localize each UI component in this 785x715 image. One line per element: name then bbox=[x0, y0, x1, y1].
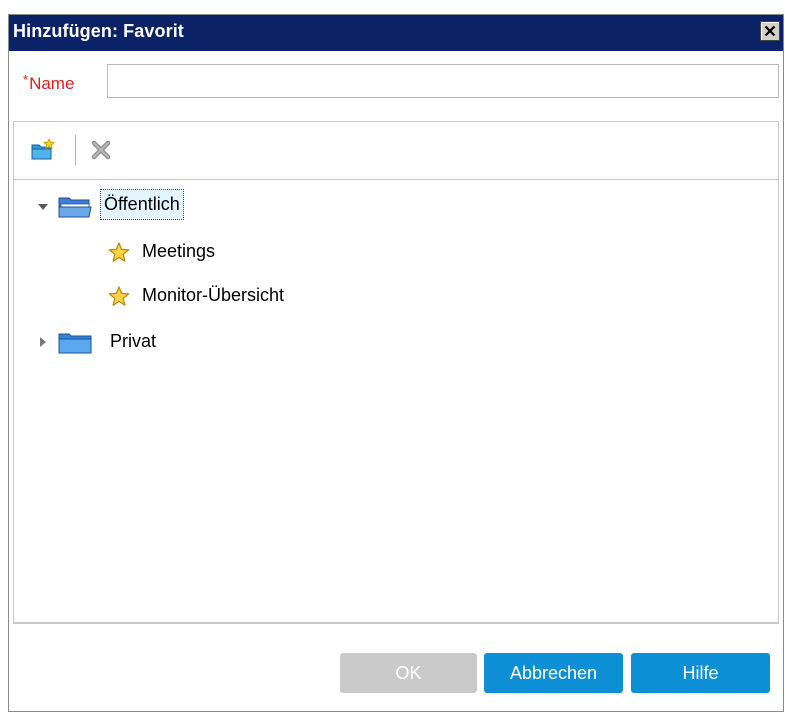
chevron-right-icon bbox=[40, 337, 46, 347]
folder-tree-panel: Öffentlich Meetings Monitor-Übersicht Pr… bbox=[13, 121, 779, 623]
chevron-down-icon bbox=[38, 204, 48, 210]
folder-open-icon bbox=[58, 197, 92, 218]
cancel-button[interactable]: Abbrechen bbox=[484, 653, 623, 693]
folder-icon bbox=[58, 333, 92, 354]
title-bar[interactable]: Hinzufügen: Favorit bbox=[9, 15, 783, 51]
tree-item-label: Meetings bbox=[142, 241, 216, 261]
star-icon bbox=[108, 242, 130, 262]
close-button[interactable] bbox=[760, 21, 780, 41]
tree-item-monitor-uebersicht[interactable]: Monitor-Übersicht bbox=[14, 282, 774, 312]
delete-button[interactable] bbox=[86, 135, 116, 165]
footer-divider bbox=[13, 623, 779, 624]
new-folder-button[interactable] bbox=[28, 135, 58, 165]
tree-item-meetings[interactable]: Meetings bbox=[14, 238, 774, 268]
tree-item-label: Öffentlich bbox=[100, 189, 184, 220]
expand-toggle[interactable] bbox=[36, 335, 50, 349]
required-marker: * bbox=[23, 72, 29, 87]
expand-toggle[interactable] bbox=[36, 200, 50, 214]
ok-button[interactable]: OK bbox=[340, 653, 477, 693]
name-row: *Name bbox=[9, 63, 783, 99]
close-icon bbox=[764, 25, 776, 37]
tree-item-label: Privat bbox=[110, 331, 157, 351]
tree-item-label: Monitor-Übersicht bbox=[142, 285, 285, 305]
star-icon bbox=[108, 286, 130, 306]
toolbar-separator bbox=[75, 135, 76, 165]
add-favorite-dialog: Hinzufügen: Favorit *Name Öffentlich Mee… bbox=[8, 14, 784, 712]
name-label-text: Name bbox=[29, 74, 75, 93]
name-input[interactable] bbox=[107, 64, 779, 98]
tree-item-privat[interactable]: Privat bbox=[14, 328, 774, 358]
name-label: *Name bbox=[23, 72, 74, 94]
new-folder-icon bbox=[31, 138, 55, 160]
dialog-title: Hinzufügen: Favorit bbox=[13, 21, 184, 41]
help-button[interactable]: Hilfe bbox=[631, 653, 770, 693]
tree-toolbar bbox=[14, 122, 778, 180]
delete-icon bbox=[91, 140, 111, 160]
tree-item-oeffentlich[interactable]: Öffentlich bbox=[14, 189, 774, 222]
